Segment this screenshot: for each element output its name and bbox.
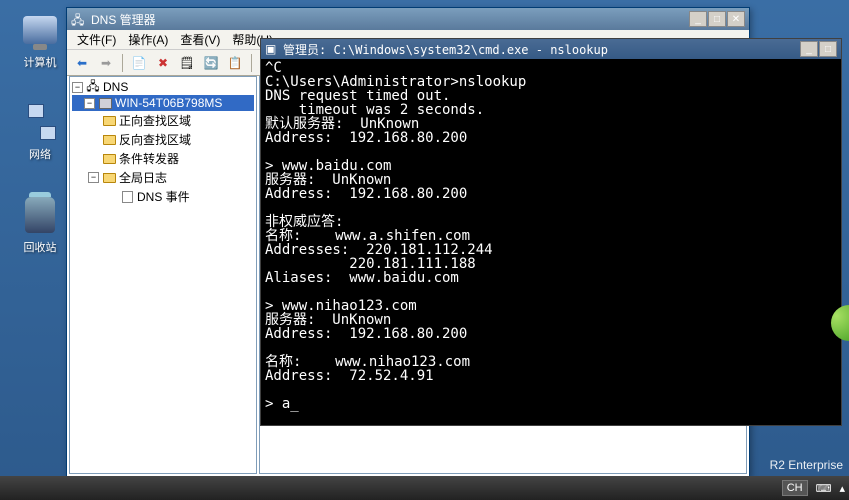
new-button[interactable]: 📄 bbox=[128, 52, 150, 74]
dns-titlebar[interactable]: 🖧 DNS 管理器 _ □ ✕ bbox=[67, 8, 749, 30]
tree-forward-zones[interactable]: 正向查找区域 bbox=[72, 111, 254, 130]
properties-button[interactable]: 🗒 bbox=[176, 52, 198, 74]
tree-label: WIN-54T06B798MS bbox=[115, 96, 222, 110]
computer-icon bbox=[20, 10, 60, 50]
maximize-button[interactable]: □ bbox=[708, 11, 726, 27]
file-icon bbox=[120, 190, 134, 204]
taskbar[interactable]: CH ⌨ ▴ bbox=[0, 476, 849, 500]
tree-conditional-forwarders[interactable]: 条件转发器 bbox=[72, 149, 254, 168]
tray-caret-icon[interactable]: ▴ bbox=[839, 482, 845, 495]
dns-icon: 🖧 bbox=[86, 80, 100, 94]
separator bbox=[122, 54, 123, 72]
tree-reverse-zones[interactable]: 反向查找区域 bbox=[72, 130, 254, 149]
collapse-icon[interactable]: − bbox=[72, 82, 83, 93]
delete-button[interactable]: ✖ bbox=[152, 52, 174, 74]
dns-title-text: DNS 管理器 bbox=[91, 11, 689, 28]
tree-global-log[interactable]: − 全局日志 bbox=[72, 168, 254, 187]
forward-button[interactable]: ➡ bbox=[95, 52, 117, 74]
desktop-icon-computer[interactable]: 计算机 bbox=[8, 10, 72, 70]
windows-watermark: R2 Enterprise bbox=[770, 458, 843, 472]
menu-view[interactable]: 查看(V) bbox=[174, 29, 226, 50]
tree-dns-events[interactable]: DNS 事件 bbox=[72, 187, 254, 206]
tree-label: DNS bbox=[103, 80, 128, 94]
collapse-icon[interactable]: − bbox=[84, 98, 95, 109]
refresh-button[interactable]: 🔄 bbox=[200, 52, 222, 74]
tree-label: DNS 事件 bbox=[137, 188, 190, 205]
folder-icon bbox=[102, 171, 116, 185]
cmd-titlebar[interactable]: ▣ 管理员: C:\Windows\system32\cmd.exe - nsl… bbox=[261, 39, 841, 59]
desktop-icon-label: 计算机 bbox=[8, 54, 72, 70]
desktop-icon-label: 回收站 bbox=[8, 239, 72, 255]
folder-icon bbox=[102, 114, 116, 128]
cmd-window: ▣ 管理员: C:\Windows\system32\cmd.exe - nsl… bbox=[260, 38, 842, 426]
back-button[interactable]: ⬅ bbox=[71, 52, 93, 74]
menu-file[interactable]: 文件(F) bbox=[71, 29, 122, 50]
cmd-terminal-output[interactable]: ^C C:\Users\Administrator>nslookup DNS r… bbox=[261, 59, 841, 425]
tree-label: 条件转发器 bbox=[119, 150, 179, 167]
collapse-icon[interactable]: − bbox=[88, 172, 99, 183]
ime-icon[interactable]: ⌨ bbox=[816, 482, 832, 495]
tree-label: 全局日志 bbox=[119, 169, 167, 186]
tree-label: 反向查找区域 bbox=[119, 131, 191, 148]
trash-icon bbox=[20, 195, 60, 235]
close-button[interactable]: ✕ bbox=[727, 11, 745, 27]
desktop-icon-recycle[interactable]: 回收站 bbox=[8, 195, 72, 255]
export-button[interactable]: 📋 bbox=[224, 52, 246, 74]
server-icon bbox=[98, 96, 112, 110]
tree-label: 正向查找区域 bbox=[119, 112, 191, 129]
cmd-title-text: 管理员: C:\Windows\system32\cmd.exe - nsloo… bbox=[283, 41, 800, 58]
language-indicator[interactable]: CH bbox=[782, 480, 808, 496]
dns-tree[interactable]: − 🖧 DNS − WIN-54T06B798MS 正向查找区域 反向查找区域 … bbox=[69, 76, 257, 474]
separator bbox=[251, 54, 252, 72]
desktop-icon-label: 网络 bbox=[8, 146, 72, 162]
folder-icon bbox=[102, 133, 116, 147]
maximize-button[interactable]: □ bbox=[819, 41, 837, 57]
dns-icon: 🖧 bbox=[71, 11, 87, 27]
tree-server[interactable]: − WIN-54T06B798MS bbox=[72, 95, 254, 111]
menu-action[interactable]: 操作(A) bbox=[122, 29, 174, 50]
minimize-button[interactable]: _ bbox=[689, 11, 707, 27]
network-icon bbox=[20, 102, 60, 142]
minimize-button[interactable]: _ bbox=[800, 41, 818, 57]
cmd-icon: ▣ bbox=[265, 42, 279, 56]
desktop-icon-network[interactable]: 网络 bbox=[8, 102, 72, 162]
tree-root-dns[interactable]: − 🖧 DNS bbox=[72, 79, 254, 95]
folder-icon bbox=[102, 152, 116, 166]
